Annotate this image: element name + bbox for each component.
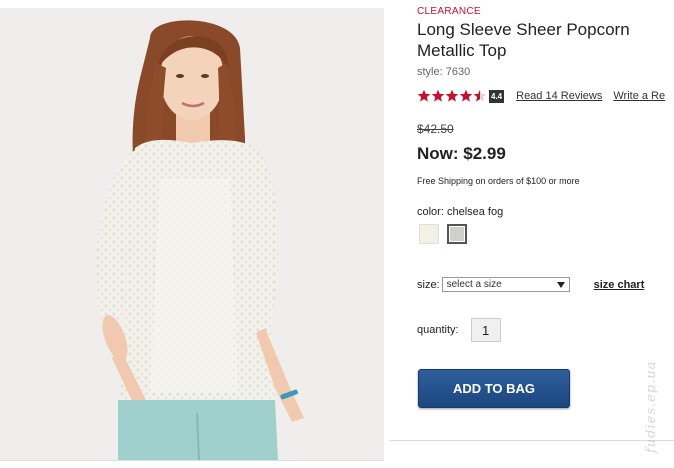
shipping-note: Free Shipping on orders of $100 or more (417, 176, 580, 186)
size-label: size: (417, 278, 440, 291)
rating-row: 4.4 Read 14 Reviews Write a Re (417, 88, 665, 104)
color-label: color: chelsea fog (417, 206, 504, 218)
quantity-input[interactable]: 1 (470, 318, 501, 342)
clearance-badge: CLEARANCE (417, 6, 481, 17)
sale-price: Now: $2.99 (417, 144, 506, 163)
star-icon (459, 89, 473, 102)
quantity-row: quantity: 1 (417, 318, 501, 342)
star-icon (431, 89, 445, 102)
color-swatch-cream[interactable] (419, 224, 439, 244)
watermark: fudies.ep.ua (640, 345, 670, 455)
product-image[interactable] (0, 8, 384, 460)
write-review-link[interactable]: Write a Re (613, 90, 665, 102)
color-swatch-chelsea-fog[interactable] (447, 224, 467, 244)
original-price: $42.50 (417, 122, 454, 136)
size-row: size: select a size size chart (417, 277, 644, 292)
quantity-label: quantity: (417, 324, 459, 336)
add-to-bag-button[interactable]: ADD TO BAG (418, 369, 570, 408)
model-illustration (0, 8, 384, 460)
star-icon (417, 89, 431, 102)
image-bottom-rule (0, 460, 384, 461)
size-select-value: select a size (446, 279, 502, 290)
star-half-icon (473, 89, 487, 102)
panel-bottom-rule (389, 440, 674, 441)
product-details-panel: CLEARANCE Long Sleeve Sheer Popcorn Meta… (389, 0, 674, 468)
size-chart-link[interactable]: size chart (594, 279, 645, 291)
rating-score-badge: 4.4 (489, 89, 505, 103)
watermark-text: fudies.ep.ua (644, 360, 659, 453)
product-title: Long Sleeve Sheer Popcorn Metallic Top (417, 20, 630, 60)
read-reviews-link[interactable]: Read 14 Reviews (516, 90, 602, 102)
select-arrow-icon (556, 281, 565, 288)
style-number: style: 7630 (417, 66, 471, 78)
size-select[interactable]: select a size (441, 277, 570, 292)
star-icon (445, 89, 459, 102)
